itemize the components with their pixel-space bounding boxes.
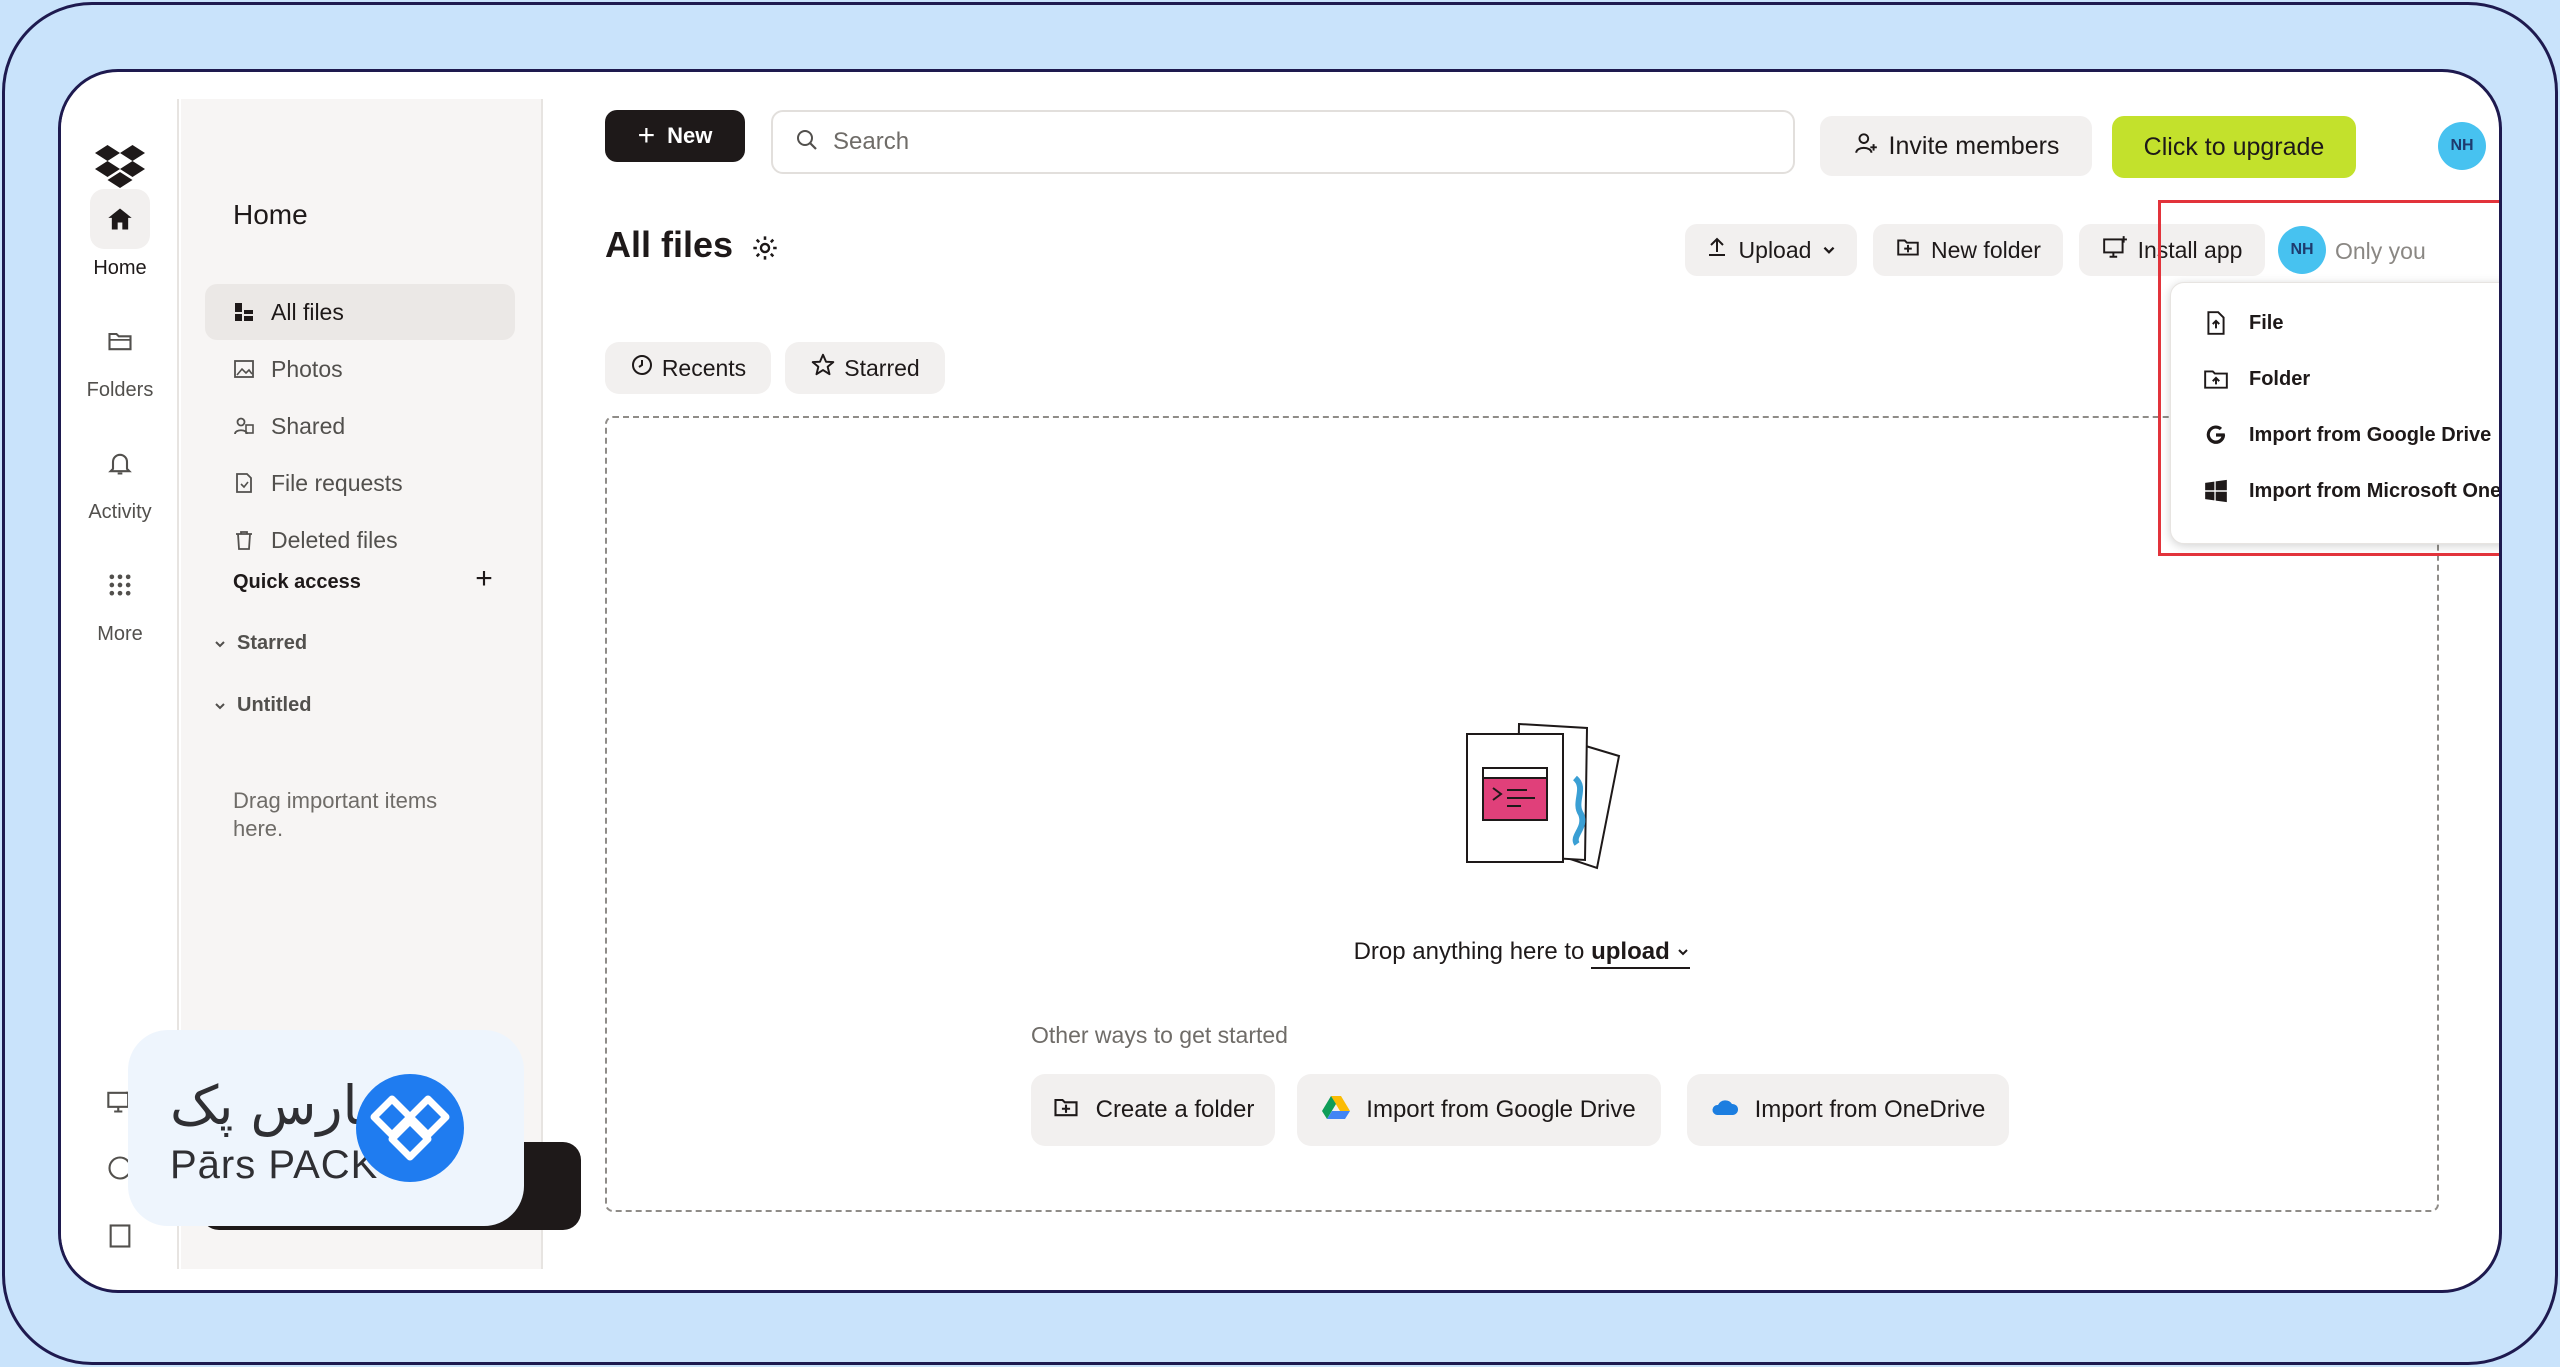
files-illustration <box>1447 718 1627 878</box>
storage-icon[interactable] <box>103 1219 137 1253</box>
upload-button[interactable]: Upload <box>1685 224 1857 276</box>
create-folder-button[interactable]: Create a folder <box>1031 1074 1275 1146</box>
import-onedrive-button[interactable]: Import from OneDrive <box>1687 1074 2009 1146</box>
quick-access-untitled-toggle[interactable]: Untitled <box>213 694 311 717</box>
sidebar-title: Home <box>233 199 308 230</box>
trash-icon <box>233 529 255 551</box>
chevron-down-icon <box>213 699 231 713</box>
sidebar-item-photos[interactable]: Photos <box>205 341 515 397</box>
pars-pack-logo-icon <box>356 1074 464 1182</box>
rail-item-folders[interactable]: Folders <box>61 311 179 402</box>
chevron-down-icon <box>213 637 231 651</box>
create-folder-icon <box>1052 1093 1080 1128</box>
all-files-icon <box>233 301 255 323</box>
add-quick-access-button[interactable]: + <box>466 561 502 597</box>
sidebar-item-file-requests[interactable]: File requests <box>205 455 515 511</box>
quick-access-drag-hint: Drag important items here. <box>233 788 438 841</box>
plus-icon: + <box>637 119 656 152</box>
add-person-icon <box>1853 130 1879 163</box>
app-window: Home Folders Activity More Home All file… <box>58 69 2502 1293</box>
highlight-box <box>2158 200 2499 556</box>
quick-access-starred-toggle[interactable]: Starred <box>213 632 307 655</box>
new-folder-button[interactable]: New folder <box>1873 224 2063 276</box>
filter-recents[interactable]: Recents <box>605 342 771 394</box>
onedrive-icon <box>1711 1096 1739 1124</box>
home-icon <box>90 189 150 249</box>
invite-members-button[interactable]: Invite members <box>1820 116 2092 176</box>
search-icon <box>795 128 819 157</box>
user-avatar[interactable]: NH <box>2438 122 2486 170</box>
main-content: + New Invite members Click to upgrade NH… <box>545 72 2499 1290</box>
badge-persian-text: پارس پک <box>170 1074 375 1137</box>
other-ways-heading: Other ways to get started <box>1031 1022 1288 1048</box>
new-button[interactable]: + New <box>605 110 745 162</box>
upgrade-button[interactable]: Click to upgrade <box>2112 116 2356 178</box>
rail-item-more[interactable]: More <box>61 555 179 646</box>
dropbox-logo-icon[interactable] <box>95 145 145 189</box>
shared-icon <box>233 415 255 437</box>
grid-dots-icon <box>90 555 150 615</box>
photo-icon <box>233 358 255 380</box>
pars-pack-badge: پارس پک Pārs PACK <box>128 1030 524 1226</box>
clock-icon <box>630 353 654 383</box>
rail-item-home[interactable]: Home <box>61 189 179 280</box>
sidebar-item-deleted-files[interactable]: Deleted files <box>205 512 515 568</box>
desktop-icon <box>2102 234 2128 266</box>
search-input[interactable] <box>833 128 1733 156</box>
chevron-down-icon <box>1821 237 1837 264</box>
sidebar-item-shared[interactable]: Shared <box>205 398 515 454</box>
bell-icon <box>90 433 150 493</box>
sidebar-item-all-files[interactable]: All files <box>205 284 515 340</box>
drop-hint: Drop anything here to upload <box>607 938 2437 969</box>
badge-latin-text: Pārs PACK <box>170 1143 379 1187</box>
filter-starred[interactable]: Starred <box>785 342 945 394</box>
import-google-drive-button[interactable]: Import from Google Drive <box>1297 1074 1661 1146</box>
rail-item-activity[interactable]: Activity <box>61 433 179 524</box>
folder-icon <box>90 311 150 371</box>
drop-upload-link[interactable]: upload <box>1591 938 1691 969</box>
new-folder-icon <box>1895 234 1921 266</box>
gear-icon[interactable] <box>751 234 779 262</box>
search-bar[interactable] <box>771 110 1795 174</box>
upload-icon <box>1705 235 1729 265</box>
quick-access-heading: Quick access <box>233 571 361 593</box>
google-drive-icon <box>1322 1094 1351 1127</box>
file-request-icon <box>233 472 255 494</box>
star-icon <box>810 352 836 384</box>
page-title: All files <box>605 224 734 265</box>
chevron-down-icon <box>1676 938 1690 965</box>
